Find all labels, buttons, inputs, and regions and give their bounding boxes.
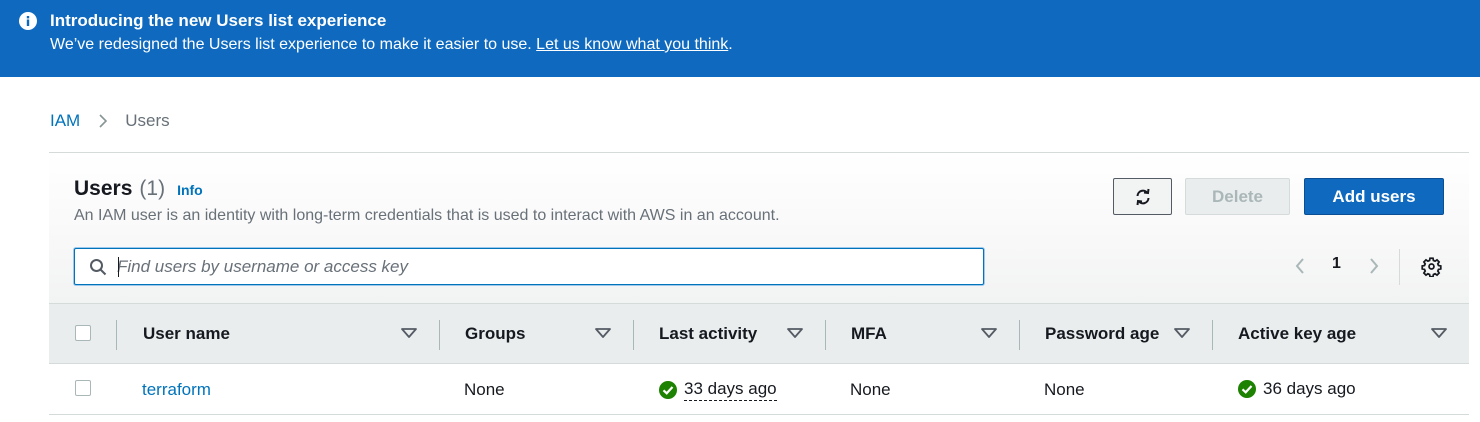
banner-text: We’ve redesigned the Users list experien… <box>50 36 733 54</box>
info-banner: Introducing the new Users list experienc… <box>0 0 1480 77</box>
table-header: User name Groups Last activity MFA Passw… <box>49 303 1469 364</box>
page-title: Users <box>74 177 133 200</box>
delete-button[interactable]: Delete <box>1185 178 1290 215</box>
user-name-link[interactable]: terraform <box>142 380 211 400</box>
previous-page-icon[interactable] <box>1293 256 1307 276</box>
column-divider <box>116 320 117 350</box>
password-age-cell: None <box>1044 380 1085 399</box>
column-password-age[interactable]: Password age <box>1045 304 1212 364</box>
caret-down-icon[interactable] <box>787 328 803 338</box>
gear-icon[interactable] <box>1421 256 1442 277</box>
add-users-button[interactable]: Add users <box>1304 178 1444 215</box>
column-label: Password age <box>1045 324 1160 343</box>
info-link[interactable]: Info <box>177 182 203 198</box>
search-field[interactable] <box>74 248 984 285</box>
breadcrumb: IAM Users <box>50 111 170 131</box>
column-label: User name <box>143 324 230 343</box>
column-divider <box>633 320 634 350</box>
caret-down-icon[interactable] <box>1174 328 1190 338</box>
page-title-row: Users (1) Info <box>74 177 203 201</box>
caret-down-icon[interactable] <box>401 328 417 338</box>
users-table-container: Users (1) Info An IAM user is an identit… <box>49 152 1469 415</box>
search-input[interactable] <box>117 254 967 280</box>
column-label: MFA <box>851 324 887 343</box>
column-divider <box>1212 320 1213 350</box>
check-circle-icon <box>659 381 677 399</box>
feedback-link[interactable]: Let us know what you think <box>536 36 728 53</box>
select-all-checkbox[interactable] <box>75 325 91 341</box>
caret-down-icon[interactable] <box>981 328 997 338</box>
last-activity-cell[interactable]: 33 days ago <box>659 379 777 401</box>
column-active-key-age[interactable]: Active key age <box>1238 304 1458 364</box>
caret-down-icon[interactable] <box>1431 328 1447 338</box>
column-label: Groups <box>465 324 526 343</box>
next-page-icon[interactable] <box>1367 256 1381 276</box>
active-key-age-cell: 36 days ago <box>1238 379 1356 399</box>
column-label: Active key age <box>1238 324 1357 343</box>
caret-down-icon[interactable] <box>595 328 611 338</box>
table-row: terraform None 33 days ago None None 36 … <box>49 364 1469 415</box>
breadcrumb-current: Users <box>125 111 170 130</box>
chevron-right-icon <box>99 114 108 128</box>
column-groups[interactable]: Groups <box>465 304 633 364</box>
banner-message: We’ve redesigned the Users list experien… <box>50 36 532 53</box>
refresh-button[interactable] <box>1113 178 1172 215</box>
refresh-icon <box>1136 188 1149 205</box>
column-divider <box>1019 320 1020 350</box>
last-activity-value[interactable]: 33 days ago <box>684 379 777 401</box>
column-label: Last activity <box>659 324 758 343</box>
user-count: (1) <box>139 177 166 200</box>
check-circle-icon <box>1238 380 1256 398</box>
current-page-number[interactable]: 1 <box>1332 255 1341 273</box>
table-header-area: Users (1) Info An IAM user is an identit… <box>49 153 1469 303</box>
pager-divider <box>1399 249 1400 285</box>
column-mfa[interactable]: MFA <box>851 304 1019 364</box>
row-checkbox[interactable] <box>75 380 91 396</box>
column-last-activity[interactable]: Last activity <box>659 304 825 364</box>
search-icon <box>90 259 107 276</box>
breadcrumb-iam-link[interactable]: IAM <box>50 111 80 131</box>
page-description: An IAM user is an identity with long-ter… <box>74 207 780 224</box>
banner-title: Introducing the new Users list experienc… <box>50 11 387 30</box>
groups-cell: None <box>464 380 505 399</box>
banner-suffix: . <box>728 36 733 53</box>
column-user-name[interactable]: User name <box>143 304 439 364</box>
column-divider <box>439 320 440 350</box>
active-key-age-value: 36 days ago <box>1263 379 1356 398</box>
mfa-cell: None <box>850 380 891 399</box>
info-icon <box>19 12 37 30</box>
column-divider <box>825 320 826 350</box>
text-cursor <box>118 257 119 277</box>
